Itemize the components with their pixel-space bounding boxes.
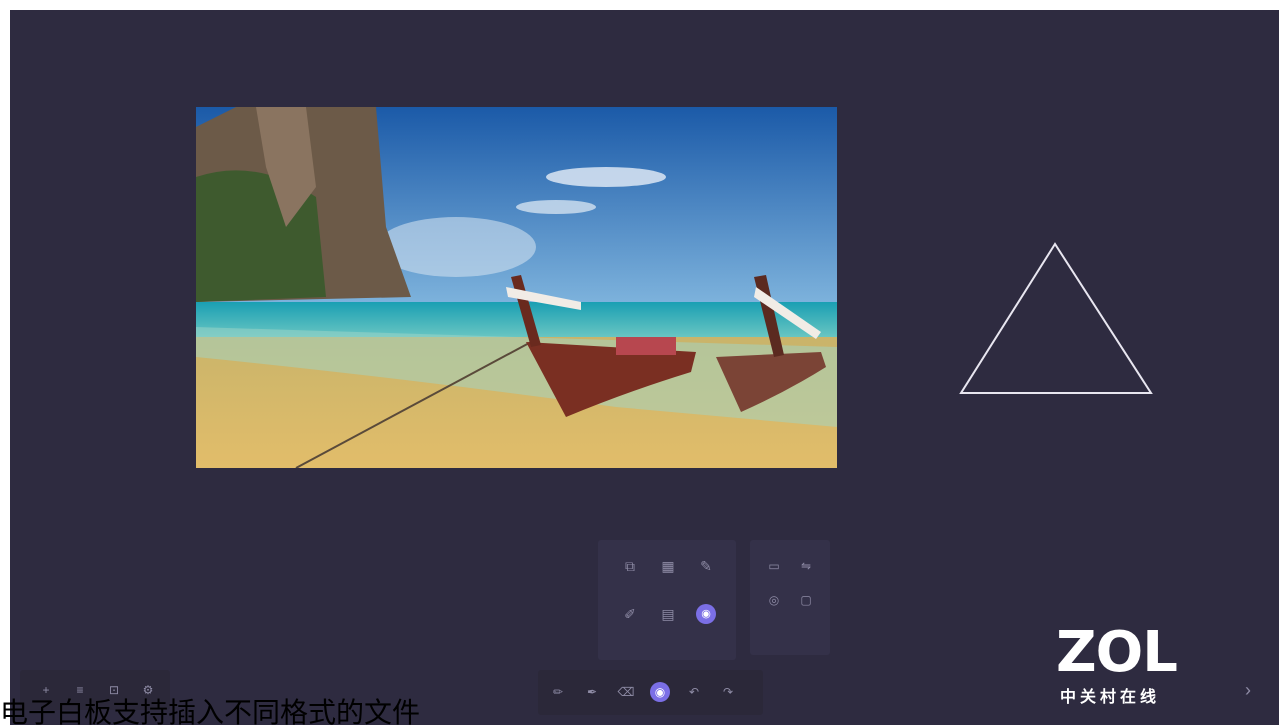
brush-icon: ✐ [624, 606, 636, 622]
redo-icon[interactable]: ↷ [718, 682, 738, 702]
toolbox-panel: ⧉ ▦ ✎ ✐ ▤ ◉ [598, 540, 736, 660]
grid-icon: ▦ [661, 558, 675, 574]
marker-icon[interactable]: ✒ [582, 682, 602, 702]
zol-subtitle-text: 中关村在线 [1060, 689, 1161, 706]
tools-icon[interactable]: ◉ [650, 682, 670, 702]
inserted-image[interactable] [196, 107, 837, 468]
document-tool[interactable]: ▤ [648, 604, 688, 644]
grid-tool[interactable]: ▦ [648, 556, 688, 596]
eraser-icon[interactable]: ⌫ [616, 682, 636, 702]
side-tools-panel: ▭ ⇋ ◎ ▢ [750, 540, 830, 655]
zol-brand-text: ZOL [1056, 620, 1178, 685]
pencil-icon[interactable]: ✏ [548, 682, 568, 702]
triangle-shape[interactable] [955, 240, 1155, 405]
eye-icon[interactable]: ◎ [764, 590, 784, 610]
screenshot-icon: ⧉ [625, 558, 635, 574]
pen-tool[interactable]: ✎ [686, 556, 726, 596]
zol-watermark-logo: ZOL 中关村在线 [1056, 625, 1206, 710]
frame-icon[interactable]: ▢ [796, 590, 816, 610]
bottom-center-toolbar: ✏ ✒ ⌫ ◉ ↶ ↷ [538, 670, 763, 715]
brush-tool[interactable]: ✐ [610, 604, 650, 644]
whiteboard-canvas[interactable]: ⧉ ▦ ✎ ✐ ▤ ◉ ▭ ⇋ ◎ ▢ + ≡ ⊡ ⚙ ✏ ✒ ⌫ ◉ ↶ ↷ … [10, 10, 1279, 725]
beach-longtail-boats-image [196, 107, 837, 468]
insert-tool[interactable]: ◉ [686, 604, 726, 644]
pen-tool-icon: ✎ [700, 558, 712, 574]
undo-icon[interactable]: ↶ [684, 682, 704, 702]
caption-text: 电子白板支持插入不同格式的文件 [0, 697, 421, 728]
screenshot-tool[interactable]: ⧉ [610, 556, 650, 596]
rectangle-icon[interactable]: ▭ [764, 556, 784, 576]
document-icon: ▤ [661, 606, 675, 622]
split-icon[interactable]: ⇋ [796, 556, 816, 576]
next-page-icon[interactable]: › [1238, 680, 1258, 700]
insert-icon: ◉ [696, 604, 716, 624]
